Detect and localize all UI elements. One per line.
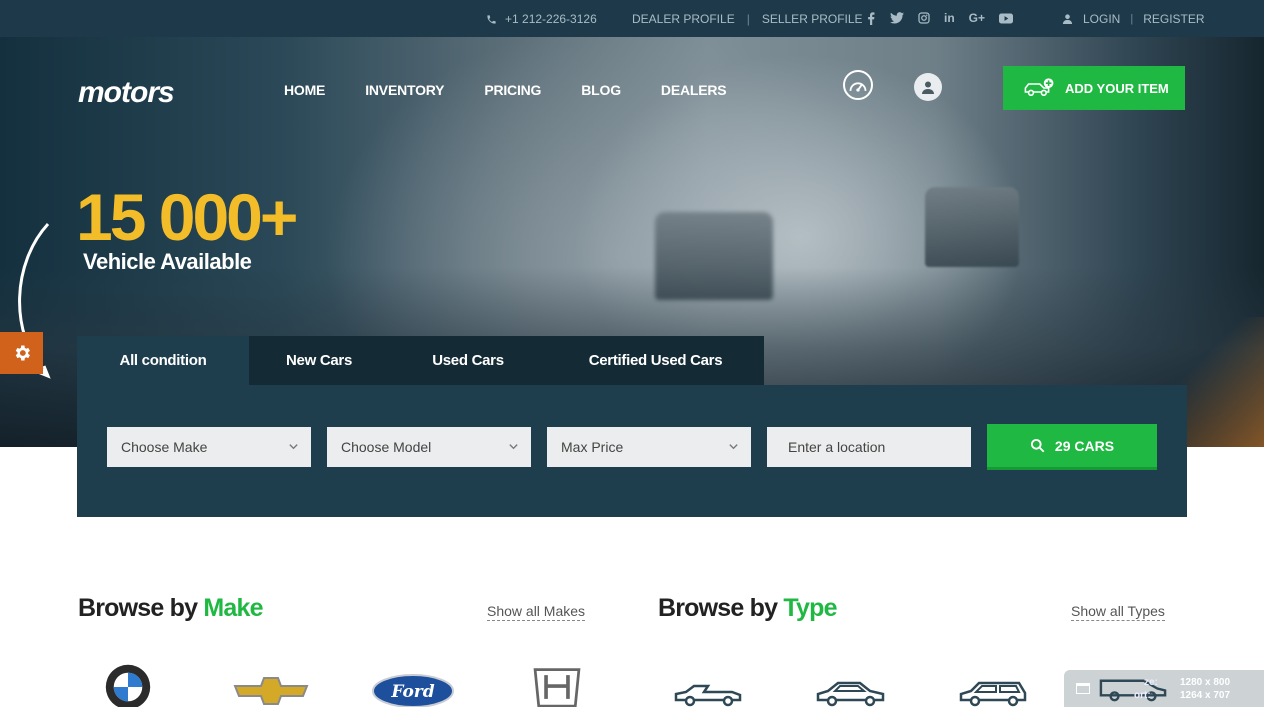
gear-icon [15,345,30,361]
account-user-icon[interactable] [914,73,942,101]
chevron-down-icon [729,444,738,450]
show-all-types-link[interactable]: Show all Types [1071,603,1165,621]
separator: | [1130,13,1134,25]
settings-gear-tab[interactable] [0,332,43,374]
make-select[interactable]: Choose Make [107,427,311,467]
wagon-car-icon[interactable] [958,680,1030,707]
user-icon [1062,14,1073,25]
chevron-down-icon [509,444,518,450]
ford-logo-icon[interactable]: Ford [372,674,454,707]
viewport-size-value: 1264 x 707 [1180,690,1231,701]
window-size-label: ze: [1144,677,1158,688]
google-plus-icon[interactable]: G+ [969,11,985,25]
facebook-icon[interactable] [866,11,876,25]
honda-logo-icon[interactable] [527,666,587,707]
window-icon [1076,683,1090,694]
chevron-down-icon [289,444,298,450]
auth-links: LOGIN | REGISTER [1062,12,1205,26]
browse-make-title-text: Browse by [78,594,198,622]
add-your-item-button[interactable]: ADD YOUR ITEM [1003,66,1185,110]
model-select[interactable]: Choose Model [327,427,531,467]
youtube-icon[interactable] [999,13,1014,24]
location-placeholder: Enter a location [788,439,886,455]
max-price-select[interactable]: Max Price [547,427,751,467]
twitter-icon[interactable] [890,12,904,24]
phone-icon [487,14,496,24]
window-size-badge: ze: 1280 x 800 ort: 1264 x 707 [1064,670,1264,707]
site-logo[interactable]: motors [78,76,175,110]
browse-type-title: Browse by Type [658,594,837,623]
hero-car-image [925,187,1019,267]
nav-inventory[interactable]: INVENTORY [365,82,444,98]
seller-profile-link[interactable]: SELLER PROFILE [762,12,863,26]
condition-tabs: All condition New Cars Used Cars Certifi… [77,336,764,385]
profile-links: DEALER PROFILE | SELLER PROFILE [632,12,863,26]
nav-pricing[interactable]: PRICING [484,82,541,98]
chevrolet-logo-icon[interactable] [231,676,311,706]
top-bar: +1 212-226-3126 DEALER PROFILE | SELLER … [0,0,1264,37]
show-all-makes-link[interactable]: Show all Makes [487,603,586,621]
social-links: in G+ [866,11,1014,25]
add-item-label: ADD YOUR ITEM [1065,80,1169,96]
nav-home[interactable]: HOME [284,82,325,98]
search-button-label: 29 CARS [1054,437,1115,454]
phone-number: +1 212-226-3126 [505,12,597,26]
register-link[interactable]: REGISTER [1143,12,1204,26]
search-icon [1030,438,1045,453]
phone-contact[interactable]: +1 212-226-3126 [486,12,597,26]
nav-blog[interactable]: BLOG [581,82,621,98]
browse-type-title-text: Browse by [658,594,778,622]
dealer-profile-link[interactable]: DEALER PROFILE [632,12,735,26]
vehicle-count: 15 000+ [76,180,298,254]
make-select-value: Choose Make [121,439,208,455]
window-size-value: 1280 x 800 [1180,677,1231,688]
search-panel: Choose Make Choose Model Max Price Enter… [77,385,1187,517]
linkedin-icon[interactable]: in [944,11,955,25]
browse-make-title-accent: Make [203,594,263,622]
nav-dealers[interactable]: DEALERS [661,82,727,98]
car-plus-icon [1024,78,1054,96]
main-nav: HOME INVENTORY PRICING BLOG DEALERS [284,82,727,98]
vehicle-count-label: Vehicle Available [83,249,252,274]
location-input[interactable]: Enter a location [767,427,971,467]
sedan-car-icon[interactable] [815,680,887,707]
svg-text:Ford: Ford [390,682,434,702]
separator: | [746,12,750,26]
tab-new-cars[interactable]: New Cars [249,336,389,385]
search-cars-button[interactable]: 29 CARS [987,424,1157,470]
tab-all-condition[interactable]: All condition [77,336,249,385]
instagram-icon[interactable] [918,12,930,24]
tab-certified-used-cars[interactable]: Certified Used Cars [547,336,764,385]
model-select-value: Choose Model [341,439,432,455]
max-price-select-value: Max Price [561,439,624,455]
login-link[interactable]: LOGIN [1083,12,1120,26]
convertible-car-icon[interactable] [673,680,745,707]
browse-make-title: Browse by Make [78,594,264,623]
hero-car-image [655,212,773,300]
viewport-size-label: ort: [1134,690,1151,701]
compare-speedometer-icon[interactable] [843,70,873,100]
browse-type-title-accent: Type [783,594,837,622]
tab-used-cars[interactable]: Used Cars [389,336,547,385]
bmw-logo-icon[interactable] [99,664,157,707]
